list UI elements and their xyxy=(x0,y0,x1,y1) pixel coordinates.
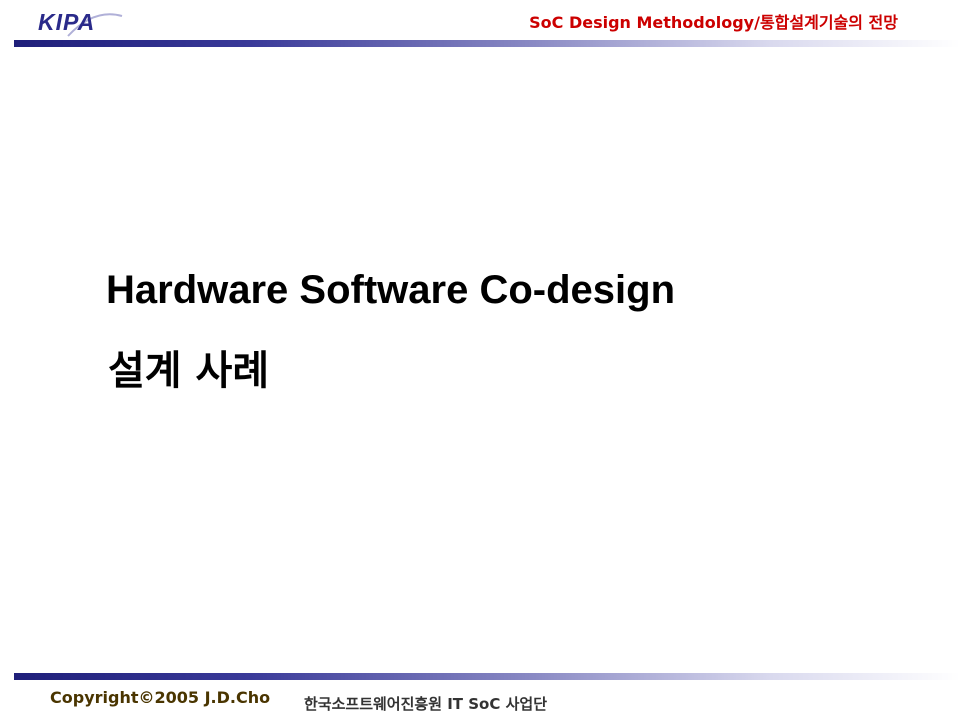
organization-text: 한국소프트웨어진흥원 IT SoC 사업단 xyxy=(304,695,547,713)
bottom-rule xyxy=(14,673,960,680)
header-title: SoC Design Methodology/통합설계기술의 전망 xyxy=(529,13,898,32)
slide-subtitle: 설계 사례 xyxy=(108,348,270,394)
copyright-text: Copyright©2005 J.D.Cho xyxy=(50,688,271,707)
top-rule xyxy=(14,40,960,47)
slide-title: Hardware Software Co-design xyxy=(106,268,676,312)
logo-text: KIPA xyxy=(38,9,96,35)
